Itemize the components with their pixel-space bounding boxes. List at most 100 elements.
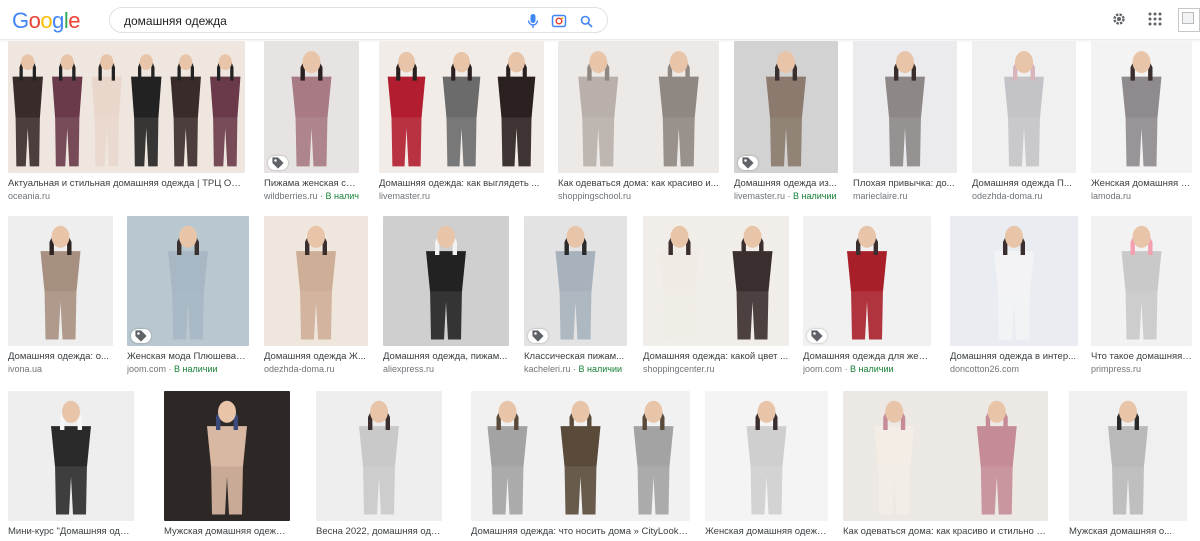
result-thumbnail[interactable] xyxy=(127,216,249,346)
result-source: shoppingschool.ru xyxy=(558,190,719,202)
search-icon[interactable] xyxy=(577,12,595,30)
result-title[interactable]: Домашняя одежда Ж... xyxy=(264,351,368,363)
result-title[interactable]: Классическая пижам... xyxy=(524,351,627,363)
result-thumbnail[interactable] xyxy=(1069,391,1187,521)
thumbnail-photo xyxy=(803,216,931,346)
result-title[interactable]: Женская мода Плюшевая ... xyxy=(127,351,249,363)
result-title[interactable]: Мини-курс "Домашняя одеж... xyxy=(8,526,134,538)
result-thumbnail[interactable] xyxy=(734,41,838,173)
result-title[interactable]: Весна 2022, домашняя одежда, ... xyxy=(316,526,442,538)
result-title[interactable]: Домашняя одежда: что носить дома » CityL… xyxy=(471,526,690,538)
result-thumbnail[interactable] xyxy=(705,391,828,521)
camera-lens-icon[interactable] xyxy=(550,12,568,30)
result-thumbnail[interactable] xyxy=(264,41,359,173)
result-title[interactable]: Актуальная и стильная домашняя одежда | … xyxy=(8,178,245,190)
source-domain: primpress.ru xyxy=(1091,364,1142,374)
result-thumbnail[interactable] xyxy=(8,391,134,521)
result-title[interactable]: Домашняя одежда П... xyxy=(972,178,1076,190)
result-thumbnail[interactable] xyxy=(383,216,509,346)
image-result[interactable]: Плохая привычка: до... marieclaire.ru xyxy=(853,41,957,202)
image-result[interactable]: Женская домашняя одежда ... xyxy=(705,391,828,538)
image-result[interactable]: Домашняя одежда: как выглядеть ... livema… xyxy=(379,41,544,202)
apps-grid-icon[interactable] xyxy=(1145,9,1165,29)
result-thumbnail[interactable] xyxy=(843,391,1048,521)
result-title[interactable]: Домашняя одежда в интер... xyxy=(950,351,1078,363)
result-thumbnail[interactable] xyxy=(853,41,957,173)
image-result[interactable]: Домашняя одежда в интер... doncotton26.co… xyxy=(950,216,1078,375)
result-title[interactable]: Мужская домашняя одежда – ... xyxy=(164,526,290,538)
result-title[interactable]: Домашняя одежда для жен... xyxy=(803,351,931,363)
result-thumbnail[interactable] xyxy=(264,216,368,346)
result-thumbnail[interactable] xyxy=(8,41,245,173)
thumbnail-photo xyxy=(8,391,134,521)
image-result[interactable]: Как одеваться дома: как красиво и... shop… xyxy=(558,41,719,202)
image-result[interactable]: Домашняя одежда П... odezhda-doma.ru xyxy=(972,41,1076,202)
result-thumbnail[interactable] xyxy=(379,41,544,173)
search-input[interactable] xyxy=(124,12,504,30)
result-thumbnail[interactable] xyxy=(524,216,627,346)
result-thumbnail[interactable] xyxy=(972,41,1076,173)
image-result[interactable]: Домашняя одежда: что носить дома » CityL… xyxy=(471,391,690,538)
result-source: livemaster.ru · В наличии xyxy=(734,191,837,201)
result-title[interactable]: Домашняя одежда: как выглядеть ... xyxy=(379,178,544,190)
gear-icon[interactable] xyxy=(1109,9,1129,29)
image-result[interactable]: Женская мода Плюшевая ... joom.com · В на… xyxy=(127,216,249,375)
image-result[interactable]: Пижама женская со ... wildberries.ru · В … xyxy=(264,41,359,202)
thumbnail-photo xyxy=(734,41,838,173)
image-result[interactable]: Домашняя одежда, пижам... aliexpress.ru xyxy=(383,216,509,375)
image-result[interactable]: Домашняя одежда для жен... joom.com · В н… xyxy=(803,216,931,375)
image-result[interactable]: Мини-курс "Домашняя одеж... xyxy=(8,391,134,538)
result-thumbnail[interactable] xyxy=(471,391,690,521)
result-title[interactable]: Домашняя одежда из... xyxy=(734,178,838,190)
result-title[interactable]: Мужская домашняя о... xyxy=(1069,526,1187,538)
image-result[interactable]: Классическая пижам... kacheleri.ru · В на… xyxy=(524,216,627,375)
result-thumbnail[interactable] xyxy=(950,216,1078,346)
result-thumbnail[interactable] xyxy=(1091,41,1192,173)
result-title[interactable]: Плохая привычка: до... xyxy=(853,178,957,190)
image-result[interactable]: Мужская домашняя одежда – ... xyxy=(164,391,290,538)
result-title[interactable]: Как одеваться дома: как красиво и... xyxy=(558,178,719,190)
price-tag-icon xyxy=(268,156,288,170)
source-domain: kacheleri.ru xyxy=(524,364,571,374)
image-result[interactable]: Домашняя одежда из... livemaster.ru · В н… xyxy=(734,41,838,202)
price-tag-icon xyxy=(528,329,548,343)
result-title[interactable]: Женская домашняя о... xyxy=(1091,178,1192,190)
image-result[interactable]: Домашняя одежда Ж... odezhda-doma.ru xyxy=(264,216,368,375)
result-thumbnail[interactable] xyxy=(1091,216,1192,346)
result-title[interactable]: Как одеваться дома: как красиво и стильн… xyxy=(843,526,1048,538)
account-avatar[interactable] xyxy=(1178,8,1200,32)
source-domain: odezhda-doma.ru xyxy=(264,364,335,374)
image-result[interactable]: Женская домашняя о... lamoda.ru xyxy=(1091,41,1192,202)
image-result[interactable]: Весна 2022, домашняя одежда, ... xyxy=(316,391,442,538)
image-result[interactable]: Домашняя одежда: о... ivona.ua xyxy=(8,216,113,375)
result-title[interactable]: Домашняя одежда: какой цвет ... xyxy=(643,351,789,363)
source-domain: marieclaire.ru xyxy=(853,191,908,201)
result-thumbnail[interactable] xyxy=(316,391,442,521)
result-thumbnail[interactable] xyxy=(164,391,290,521)
thumbnail-photo xyxy=(1091,41,1192,173)
result-title[interactable]: Женская домашняя одежда ... xyxy=(705,526,828,538)
thumbnail-photo xyxy=(8,41,245,173)
image-result[interactable]: Как одеваться дома: как красиво и стильн… xyxy=(843,391,1048,538)
thumbnail-photo xyxy=(379,41,544,173)
result-source: joom.com · В наличии xyxy=(803,364,894,374)
image-result[interactable]: Актуальная и стильная домашняя одежда | … xyxy=(8,41,245,202)
result-source: oceania.ru xyxy=(8,190,245,202)
result-thumbnail[interactable] xyxy=(803,216,931,346)
result-thumbnail[interactable] xyxy=(643,216,789,346)
image-result[interactable]: Мужская домашняя о... xyxy=(1069,391,1187,538)
result-thumbnail[interactable] xyxy=(558,41,719,173)
result-title[interactable]: Домашняя одежда, пижам... xyxy=(383,351,509,363)
result-source: odezhda-doma.ru xyxy=(972,190,1076,202)
result-thumbnail[interactable] xyxy=(8,216,113,346)
result-title[interactable]: Что такое домашняя ... xyxy=(1091,351,1192,363)
source-domain: lamoda.ru xyxy=(1091,191,1132,201)
image-result[interactable]: Домашняя одежда: какой цвет ... shoppingc… xyxy=(643,216,789,375)
in-stock-label: В наличии xyxy=(174,364,218,374)
result-title[interactable]: Домашняя одежда: о... xyxy=(8,351,113,363)
result-source: doncotton26.com xyxy=(950,363,1078,375)
mic-icon[interactable] xyxy=(524,12,542,30)
image-result[interactable]: Что такое домашняя ... primpress.ru xyxy=(1091,216,1192,375)
google-logo[interactable]: Google xyxy=(12,8,81,34)
result-title[interactable]: Пижама женская со ... xyxy=(264,178,359,190)
